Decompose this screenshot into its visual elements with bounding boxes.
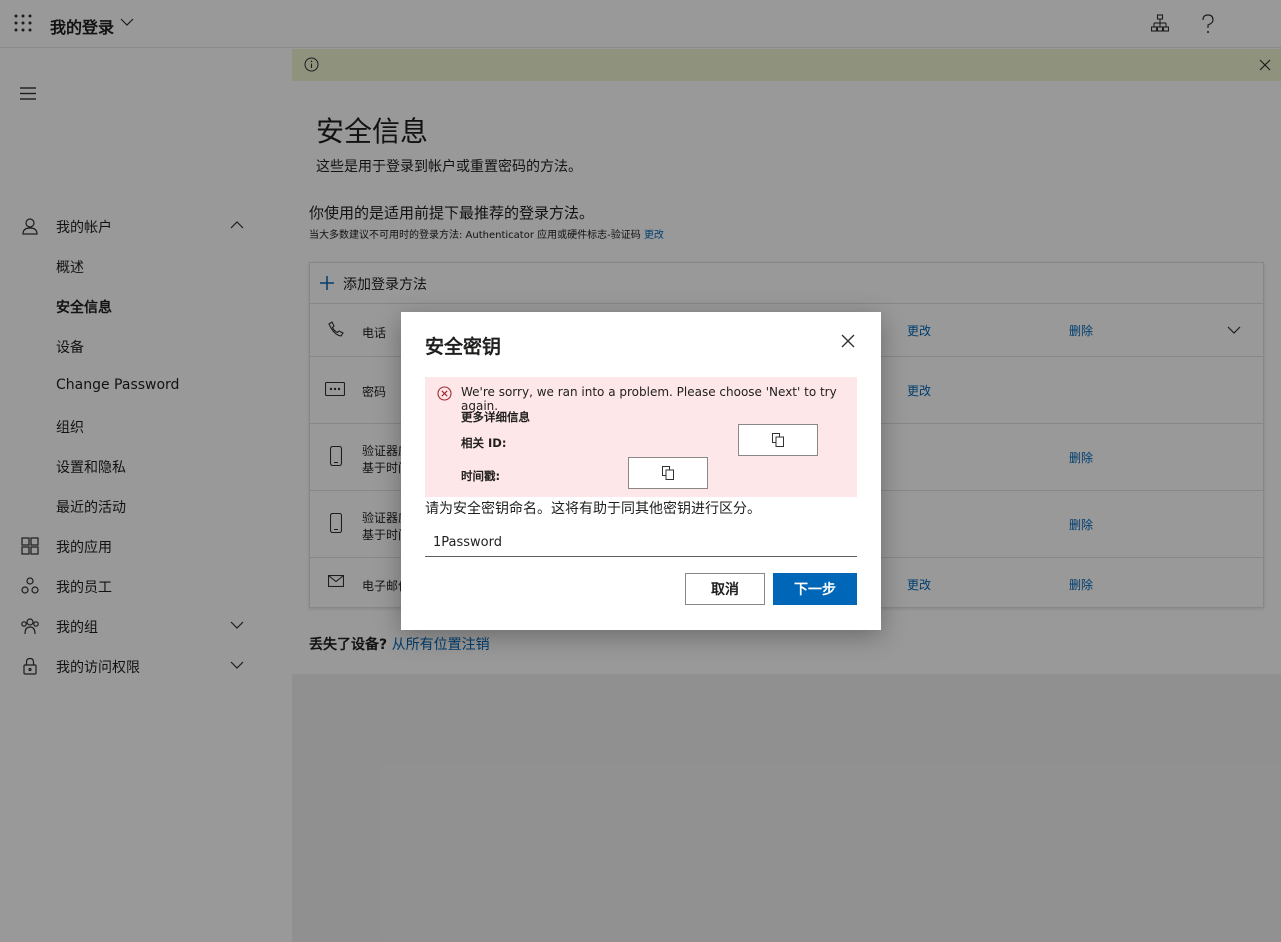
more-details-label: 更多详细信息 (461, 410, 530, 424)
copy-timestamp-button[interactable] (628, 457, 708, 489)
dialog-description: 请为安全密钥命名。这将有助于同其他密钥进行区分。 (425, 501, 761, 517)
copy-correlation-button[interactable] (738, 424, 818, 456)
next-button[interactable]: 下一步 (773, 573, 857, 605)
copy-icon (772, 433, 784, 447)
close-icon[interactable] (841, 334, 855, 348)
cancel-button[interactable]: 取消 (685, 573, 765, 605)
security-key-dialog: 安全密钥 We're sorry, we ran into a problem.… (401, 312, 881, 630)
correlation-id-label: 相关 ID: (461, 436, 507, 450)
timestamp-label: 时间戳: (461, 469, 501, 483)
key-name-input[interactable] (425, 529, 857, 557)
copy-icon (662, 466, 674, 480)
dialog-title: 安全密钥 (425, 336, 502, 358)
error-circle-icon (437, 386, 452, 401)
error-message-bar: We're sorry, we ran into a problem. Plea… (425, 377, 857, 497)
